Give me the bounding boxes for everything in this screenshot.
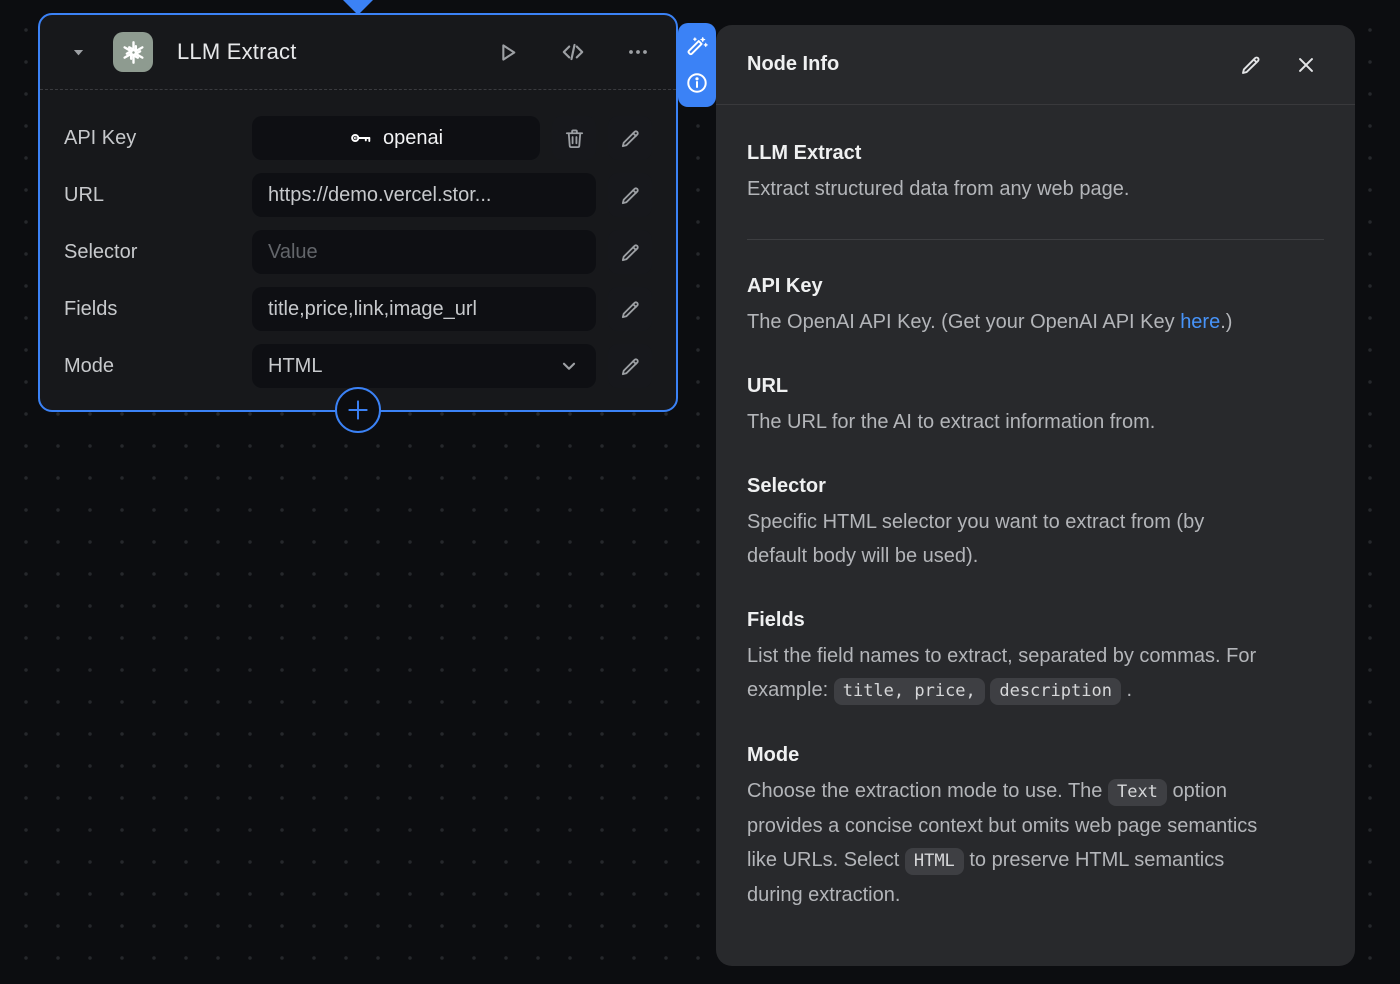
- close-icon[interactable]: [1295, 54, 1317, 76]
- node-info-panel: Node Info LLM Extract Extract structured…: [716, 25, 1355, 966]
- chevron-down-icon: [558, 355, 580, 377]
- field-row-api-key: API Key openai: [64, 116, 652, 160]
- panel-title: Node Info: [747, 53, 839, 76]
- field-row-selector: Selector Value: [64, 230, 652, 274]
- info-section-api-key: API Key The OpenAI API Key. (Get your Op…: [747, 272, 1324, 339]
- info-text: The OpenAI API Key. (Get your OpenAI API…: [747, 311, 1180, 333]
- mode-select[interactable]: HTML: [252, 344, 596, 388]
- edit-api-key-button[interactable]: [608, 116, 652, 160]
- field-row-url: URL https://demo.vercel.stor...: [64, 173, 652, 217]
- delete-api-key-button[interactable]: [552, 116, 596, 160]
- info-text: The URL for the AI to extract informatio…: [747, 411, 1155, 433]
- fields-label: Fields: [64, 298, 240, 321]
- info-icon[interactable]: [685, 71, 709, 95]
- info-desc: The URL for the AI to extract informatio…: [747, 405, 1269, 439]
- info-section-url: URL The URL for the AI to extract inform…: [747, 372, 1324, 439]
- mode-label: Mode: [64, 355, 240, 378]
- info-desc: Choose the extraction mode to use. The T…: [747, 774, 1269, 912]
- info-text: .: [1121, 679, 1132, 701]
- info-text: Extract structured data from any web pag…: [747, 178, 1129, 200]
- info-heading: Selector: [747, 472, 1324, 500]
- selector-input[interactable]: Value: [252, 230, 596, 274]
- info-section-mode: Mode Choose the extraction mode to use. …: [747, 741, 1324, 912]
- node-title: LLM Extract: [177, 39, 297, 65]
- info-text: .): [1220, 311, 1232, 333]
- inline-code: description: [990, 678, 1121, 705]
- panel-content: LLM Extract Extract structured data from…: [716, 105, 1355, 912]
- inline-code: HTML: [905, 848, 964, 875]
- node-selection-toolbar: [678, 23, 716, 107]
- openai-logo-icon: [113, 32, 153, 72]
- magic-wand-icon[interactable]: [686, 35, 709, 58]
- edit-selector-button[interactable]: [608, 230, 652, 274]
- inline-code: title, price,: [834, 678, 985, 705]
- fields-value: title,price,link,image_url: [268, 298, 477, 321]
- node-menu-button[interactable]: [626, 40, 650, 64]
- info-heading: URL: [747, 372, 1324, 400]
- collapse-chevron-icon[interactable]: [70, 44, 87, 61]
- url-input[interactable]: https://demo.vercel.stor...: [252, 173, 596, 217]
- section-divider: [747, 239, 1324, 240]
- here-link[interactable]: here: [1180, 311, 1220, 333]
- api-key-value: openai: [383, 127, 443, 150]
- url-value: https://demo.vercel.stor...: [268, 184, 491, 207]
- node-header: LLM Extract: [40, 15, 676, 90]
- panel-header: Node Info: [716, 25, 1355, 105]
- selector-placeholder: Value: [268, 241, 318, 264]
- info-heading: Mode: [747, 741, 1324, 769]
- workflow-canvas[interactable]: LLM Extract API Key openai: [0, 0, 1400, 984]
- info-desc: List the field names to extract, separat…: [747, 639, 1269, 708]
- info-desc: Specific HTML selector you want to extra…: [747, 505, 1269, 573]
- inline-code: Text: [1108, 779, 1167, 806]
- node-llm-extract[interactable]: LLM Extract API Key openai: [38, 13, 678, 412]
- selector-label: Selector: [64, 241, 240, 264]
- info-heading: LLM Extract: [747, 139, 1324, 167]
- api-key-value-chip[interactable]: openai: [252, 116, 540, 160]
- fields-input[interactable]: title,price,link,image_url: [252, 287, 596, 331]
- edit-mode-button[interactable]: [608, 344, 652, 388]
- info-heading: Fields: [747, 606, 1324, 634]
- field-row-mode: Mode HTML: [64, 344, 652, 388]
- info-desc: The OpenAI API Key. (Get your OpenAI API…: [747, 305, 1269, 339]
- info-text: Specific HTML selector you want to extra…: [747, 511, 1204, 567]
- edit-fields-button[interactable]: [608, 287, 652, 331]
- code-view-button[interactable]: [560, 39, 586, 65]
- mode-value: HTML: [268, 355, 322, 378]
- run-node-button[interactable]: [495, 40, 520, 65]
- api-key-label: API Key: [64, 127, 240, 150]
- info-heading: API Key: [747, 272, 1324, 300]
- info-section-selector: Selector Specific HTML selector you want…: [747, 472, 1324, 573]
- info-section-description: LLM Extract Extract structured data from…: [747, 139, 1324, 206]
- url-label: URL: [64, 184, 240, 207]
- key-icon: [349, 126, 373, 150]
- field-row-fields: Fields title,price,link,image_url: [64, 287, 652, 331]
- input-connector-arrow-icon: [343, 0, 373, 15]
- edit-url-button[interactable]: [608, 173, 652, 217]
- node-fields: API Key openai URL https://demo: [40, 90, 676, 388]
- info-section-fields: Fields List the field names to extract, …: [747, 606, 1324, 708]
- edit-node-info-button[interactable]: [1239, 53, 1263, 77]
- info-desc: Extract structured data from any web pag…: [747, 172, 1269, 206]
- info-text: Choose the extraction mode to use. The: [747, 780, 1108, 802]
- add-node-button[interactable]: [335, 387, 381, 433]
